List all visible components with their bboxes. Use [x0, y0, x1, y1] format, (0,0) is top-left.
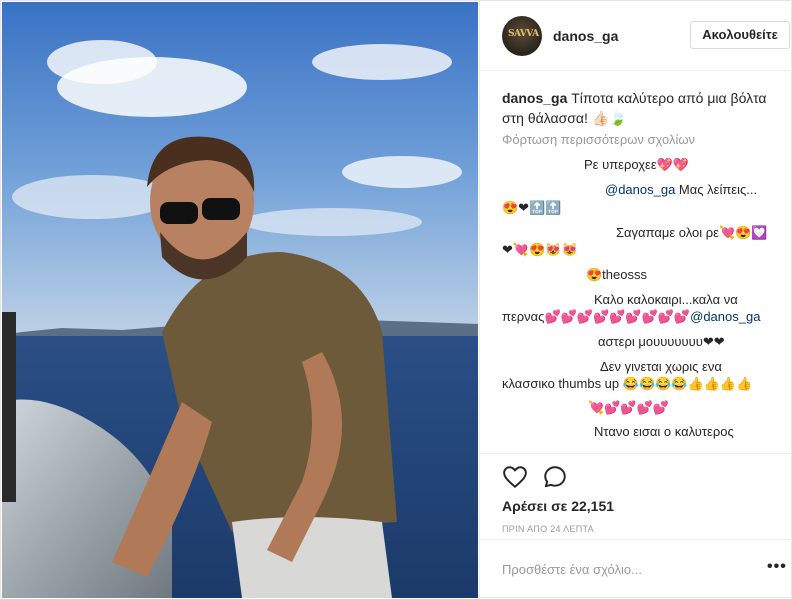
- post-timestamp: ΠΡΙΝ ΑΠΟ 24 ΛΕΠΤΑ: [502, 524, 594, 534]
- post-caption: danos_ga Τίποτα καλύτερο από μια βόλτα σ…: [502, 88, 777, 128]
- comment-item: @danos_ga Μας λείπεις...: [605, 179, 757, 200]
- comment-item: περνας💕💕💕💕💕💕💕💕💕@danos_ga: [502, 306, 760, 327]
- comment-text: Δεν γινεται χωρις ενα: [600, 359, 722, 374]
- comment-item: κλασσικο thumbs up 😂😂😂😂👍👍👍👍: [502, 373, 752, 394]
- comment-text: Μας λείπεις...: [675, 182, 758, 197]
- instagram-post: SAVVA danos_ga Ακολουθείτε danos_ga Τίπο…: [0, 0, 792, 599]
- caption-username[interactable]: danos_ga: [502, 90, 567, 106]
- heart-icon[interactable]: [502, 464, 528, 490]
- likes-count[interactable]: Αρέσει σε 22,151: [502, 498, 614, 514]
- add-comment-input[interactable]: [502, 562, 742, 577]
- comment-item: Σαγαπαμε ολοι ρε💘😍💟: [616, 222, 768, 243]
- comment-text: 💘💕💕💕💕: [588, 400, 669, 415]
- comment-text: ❤💘😍😻😻: [502, 242, 578, 257]
- avatar-text: SAVVA: [508, 29, 539, 39]
- comment-item: Ντανο εισαι ο καλυτερος: [594, 421, 734, 442]
- post-header: SAVVA danos_ga Ακολουθείτε: [480, 1, 792, 71]
- add-comment-bar: •••: [480, 539, 792, 599]
- comment-text: 😍❤🔝🔝: [502, 200, 562, 215]
- comment-item: 😍❤🔝🔝: [502, 197, 561, 218]
- avatar[interactable]: SAVVA: [502, 16, 542, 56]
- more-options-button[interactable]: •••: [767, 558, 787, 576]
- comment-text: Ρε υπεροχεε💖💖: [584, 157, 690, 172]
- comment-mention[interactable]: @danos_ga: [690, 309, 760, 324]
- post-photo[interactable]: [2, 2, 478, 598]
- comment-item: 💘💕💕💕💕: [588, 397, 669, 418]
- comment-text: αστερι μουυυυυυυ❤❤: [598, 334, 725, 349]
- comment-icon[interactable]: [542, 464, 568, 490]
- comment-text: κλασσικο thumbs up 😂😂😂😂👍👍👍👍: [502, 376, 753, 391]
- comment-item: 😍theosss: [586, 264, 647, 285]
- comment-item: ❤💘😍😻😻: [502, 239, 578, 260]
- load-more-comments-link[interactable]: Φόρτωση περισσότερων σχολίων: [502, 132, 695, 147]
- post-side-panel: SAVVA danos_ga Ακολουθείτε danos_ga Τίπο…: [479, 1, 792, 599]
- comment-text: Ντανο εισαι ο καλυτερος: [594, 424, 734, 439]
- comment-item: Ρε υπεροχεε💖💖: [584, 154, 689, 175]
- username-link[interactable]: danos_ga: [553, 28, 618, 44]
- following-button[interactable]: Ακολουθείτε: [690, 21, 790, 49]
- comment-text: Καλο καλοκαιρι...καλα να: [594, 292, 738, 307]
- post-actions-bar: [480, 453, 792, 493]
- comment-text: περνας💕💕💕💕💕💕💕💕💕: [502, 309, 691, 324]
- comment-text: Σαγαπαμε ολοι ρε💘😍💟: [616, 225, 768, 240]
- comments-list: Ρε υπεροχεε💖💖 @danos_ga Μας λείπεις... 😍…: [502, 151, 787, 451]
- comment-mention[interactable]: @danos_ga: [605, 182, 675, 197]
- comment-text: 😍theosss: [586, 267, 647, 282]
- comment-item: αστερι μουυυυυυυ❤❤: [598, 331, 725, 352]
